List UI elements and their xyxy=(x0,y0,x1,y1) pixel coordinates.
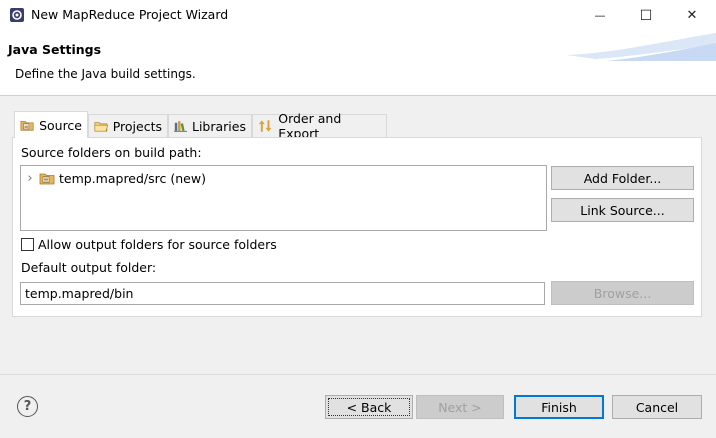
add-folder-button[interactable]: Add Folder... xyxy=(551,166,694,190)
page-description: Define the Java build settings. xyxy=(15,67,196,81)
tab-projects-label: Projects xyxy=(112,118,162,134)
allow-output-label[interactable]: Allow output folders for source folders xyxy=(38,237,277,252)
tab-libraries-label: Libraries xyxy=(192,118,246,134)
window-title: New MapReduce Project Wizard xyxy=(31,7,229,22)
app-icon xyxy=(9,7,25,23)
banner-swoosh-graphic xyxy=(566,33,716,61)
close-button[interactable]: ✕ xyxy=(669,0,715,31)
finish-button[interactable]: Finish xyxy=(514,395,604,419)
libraries-icon xyxy=(174,121,187,132)
tab-libraries[interactable]: Libraries xyxy=(168,114,252,137)
source-folder-icon xyxy=(39,173,55,185)
minimize-icon: — xyxy=(594,9,606,22)
cancel-button[interactable]: Cancel xyxy=(612,395,702,419)
order-export-icon xyxy=(258,120,272,132)
next-button[interactable]: Next > xyxy=(416,395,504,419)
projects-icon xyxy=(94,122,108,132)
close-icon: ✕ xyxy=(686,8,698,23)
default-output-label: Default output folder: xyxy=(21,260,157,275)
title-bar: New MapReduce Project Wizard — ☐ ✕ xyxy=(0,0,716,31)
page-title: Java Settings xyxy=(8,42,102,57)
source-folders-tree[interactable]: › temp.mapred/src (new) xyxy=(20,165,547,231)
tab-source[interactable]: Source xyxy=(14,111,88,138)
source-folder-icon xyxy=(20,121,34,131)
tab-projects[interactable]: Projects xyxy=(88,114,168,137)
expand-chevron-icon[interactable]: › xyxy=(25,171,35,186)
link-source-button[interactable]: Link Source... xyxy=(551,198,694,222)
back-button[interactable]: < Back xyxy=(325,395,413,419)
tree-item-label: temp.mapred/src (new) xyxy=(59,170,206,186)
allow-output-checkbox[interactable] xyxy=(21,238,34,251)
source-folders-label: Source folders on build path: xyxy=(21,145,202,160)
tree-item[interactable]: › temp.mapred/src (new) xyxy=(25,169,206,187)
help-icon[interactable]: ? xyxy=(17,396,38,417)
maximize-button[interactable]: ☐ xyxy=(623,0,669,31)
minimize-button[interactable]: — xyxy=(577,0,623,31)
browse-button[interactable]: Browse... xyxy=(551,281,694,305)
maximize-icon: ☐ xyxy=(639,7,653,24)
footer-divider xyxy=(0,374,716,375)
wizard-banner: Java Settings Define the Java build sett… xyxy=(0,31,716,96)
default-output-field[interactable] xyxy=(20,282,545,305)
tab-order-export[interactable]: Order and Export xyxy=(252,111,387,141)
tab-source-label: Source xyxy=(39,117,82,133)
